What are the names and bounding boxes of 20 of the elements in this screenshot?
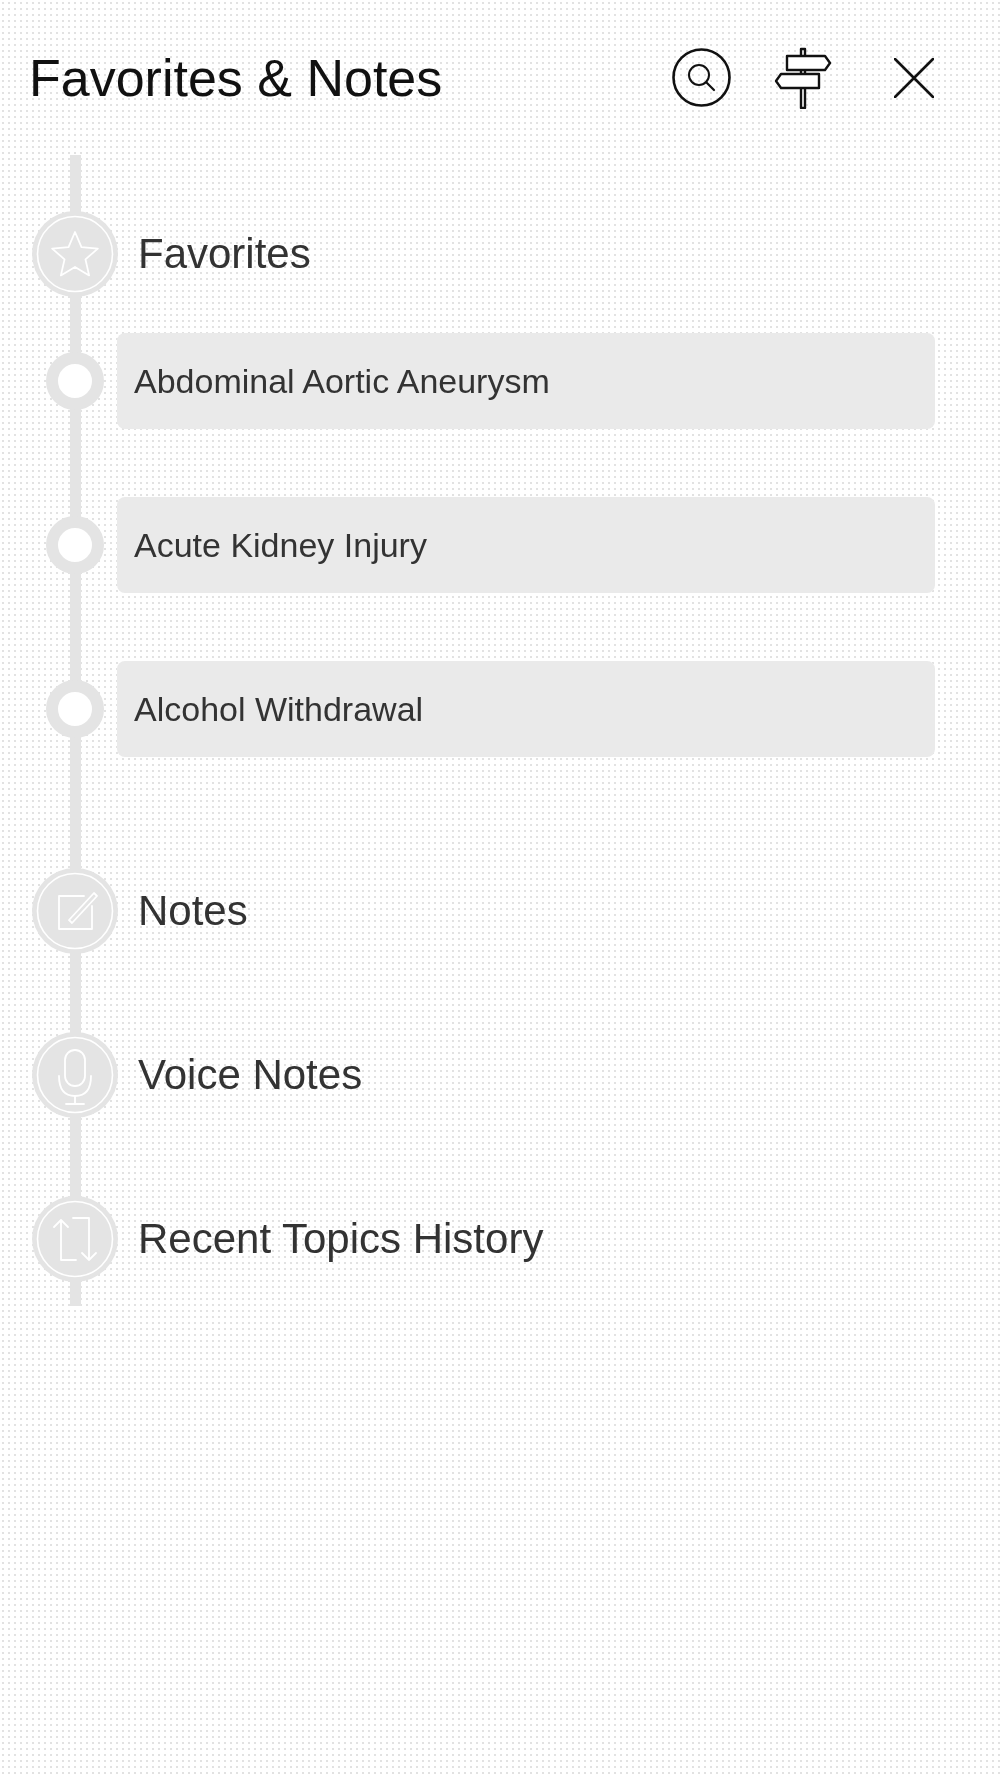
swap-arrows-icon	[32, 1196, 118, 1282]
section-header[interactable]: Notes	[32, 868, 248, 954]
signpost-icon	[773, 46, 833, 109]
note-edit-icon	[32, 868, 118, 954]
section-header[interactable]: Favorites	[32, 211, 311, 297]
favorite-item[interactable]: Abdominal Aortic Aneurysm	[117, 333, 935, 429]
page-title: Favorites & Notes	[29, 51, 443, 104]
ring-icon	[45, 680, 104, 738]
ring-icon	[45, 516, 104, 574]
section-header[interactable]: Recent Topics History	[32, 1196, 544, 1282]
search-icon	[672, 48, 731, 107]
close-icon	[894, 57, 934, 98]
microphone-icon	[32, 1032, 118, 1118]
directions-button[interactable]	[773, 46, 833, 109]
section-header[interactable]: Voice Notes	[32, 1032, 363, 1118]
search-button[interactable]	[672, 48, 731, 107]
ring-icon	[45, 352, 104, 410]
favorite-item[interactable]: Acute Kidney Injury	[117, 497, 935, 593]
close-button[interactable]	[894, 57, 934, 98]
favorite-item[interactable]: Alcohol Withdrawal	[117, 661, 935, 757]
